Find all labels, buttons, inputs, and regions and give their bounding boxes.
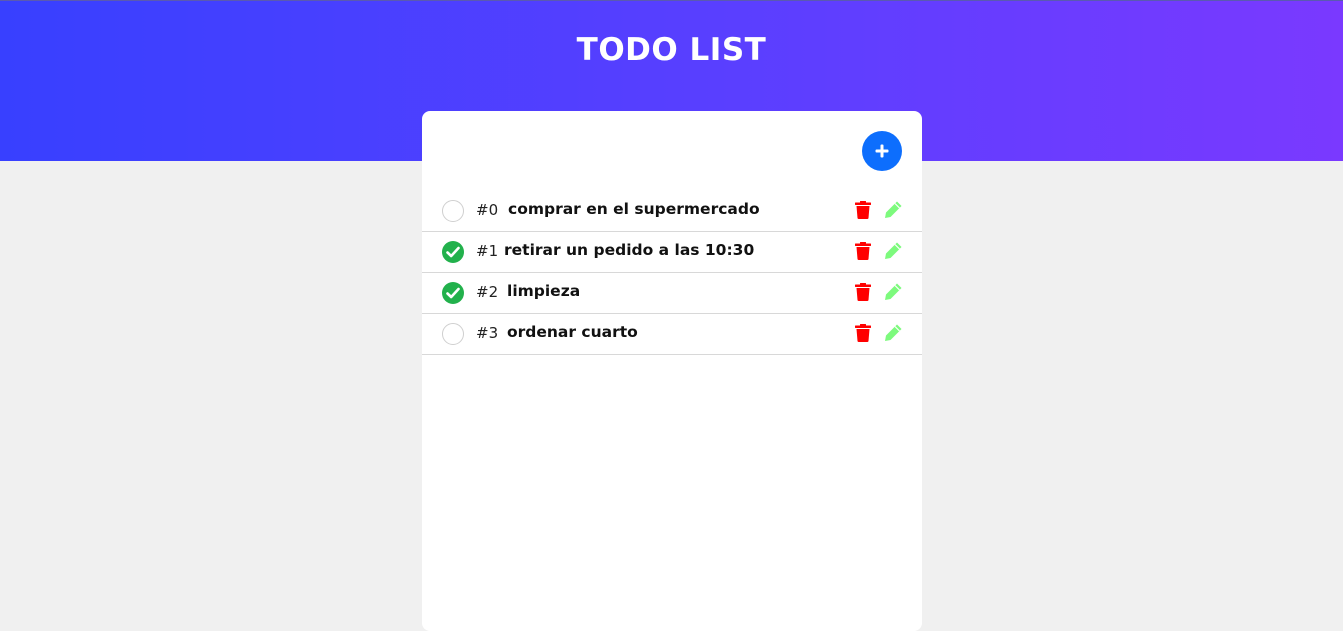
check-icon: [446, 246, 460, 258]
plus-icon: [875, 144, 889, 158]
trash-icon[interactable]: [855, 324, 871, 342]
todo-checkbox[interactable]: [442, 200, 464, 222]
todo-checkbox[interactable]: [442, 282, 464, 304]
todo-checkbox[interactable]: [442, 241, 464, 263]
add-todo-button[interactable]: [862, 131, 902, 171]
pencil-icon[interactable]: [884, 200, 903, 219]
todo-number: #1: [476, 242, 499, 260]
todo-text: ordenar cuarto: [507, 323, 638, 341]
todo-number: #3: [476, 324, 499, 342]
trash-icon[interactable]: [855, 242, 871, 260]
todo-item: #2 limpieza: [422, 273, 922, 314]
todo-text: comprar en el supermercado: [508, 200, 760, 218]
pencil-icon[interactable]: [884, 241, 903, 260]
todo-text: retirar un pedido a las 10:30: [504, 241, 755, 259]
todo-item: #3 ordenar cuarto: [422, 314, 922, 355]
todo-list: #0 comprar en el supermercado #1 retirar…: [422, 191, 922, 355]
todo-item: #0 comprar en el supermercado: [422, 191, 922, 232]
pencil-icon[interactable]: [884, 282, 903, 301]
pencil-icon[interactable]: [884, 323, 903, 342]
page-title: TODO LIST: [576, 32, 767, 68]
todo-checkbox[interactable]: [442, 323, 464, 345]
todo-item: #1 retirar un pedido a las 10:30: [422, 232, 922, 273]
trash-icon[interactable]: [855, 201, 871, 219]
todo-number: #0: [476, 201, 499, 219]
todo-text: limpieza: [507, 282, 581, 300]
todo-card: #0 comprar en el supermercado #1 retirar…: [422, 111, 922, 631]
todo-number: #2: [476, 283, 499, 301]
check-icon: [446, 287, 460, 299]
trash-icon[interactable]: [855, 283, 871, 301]
